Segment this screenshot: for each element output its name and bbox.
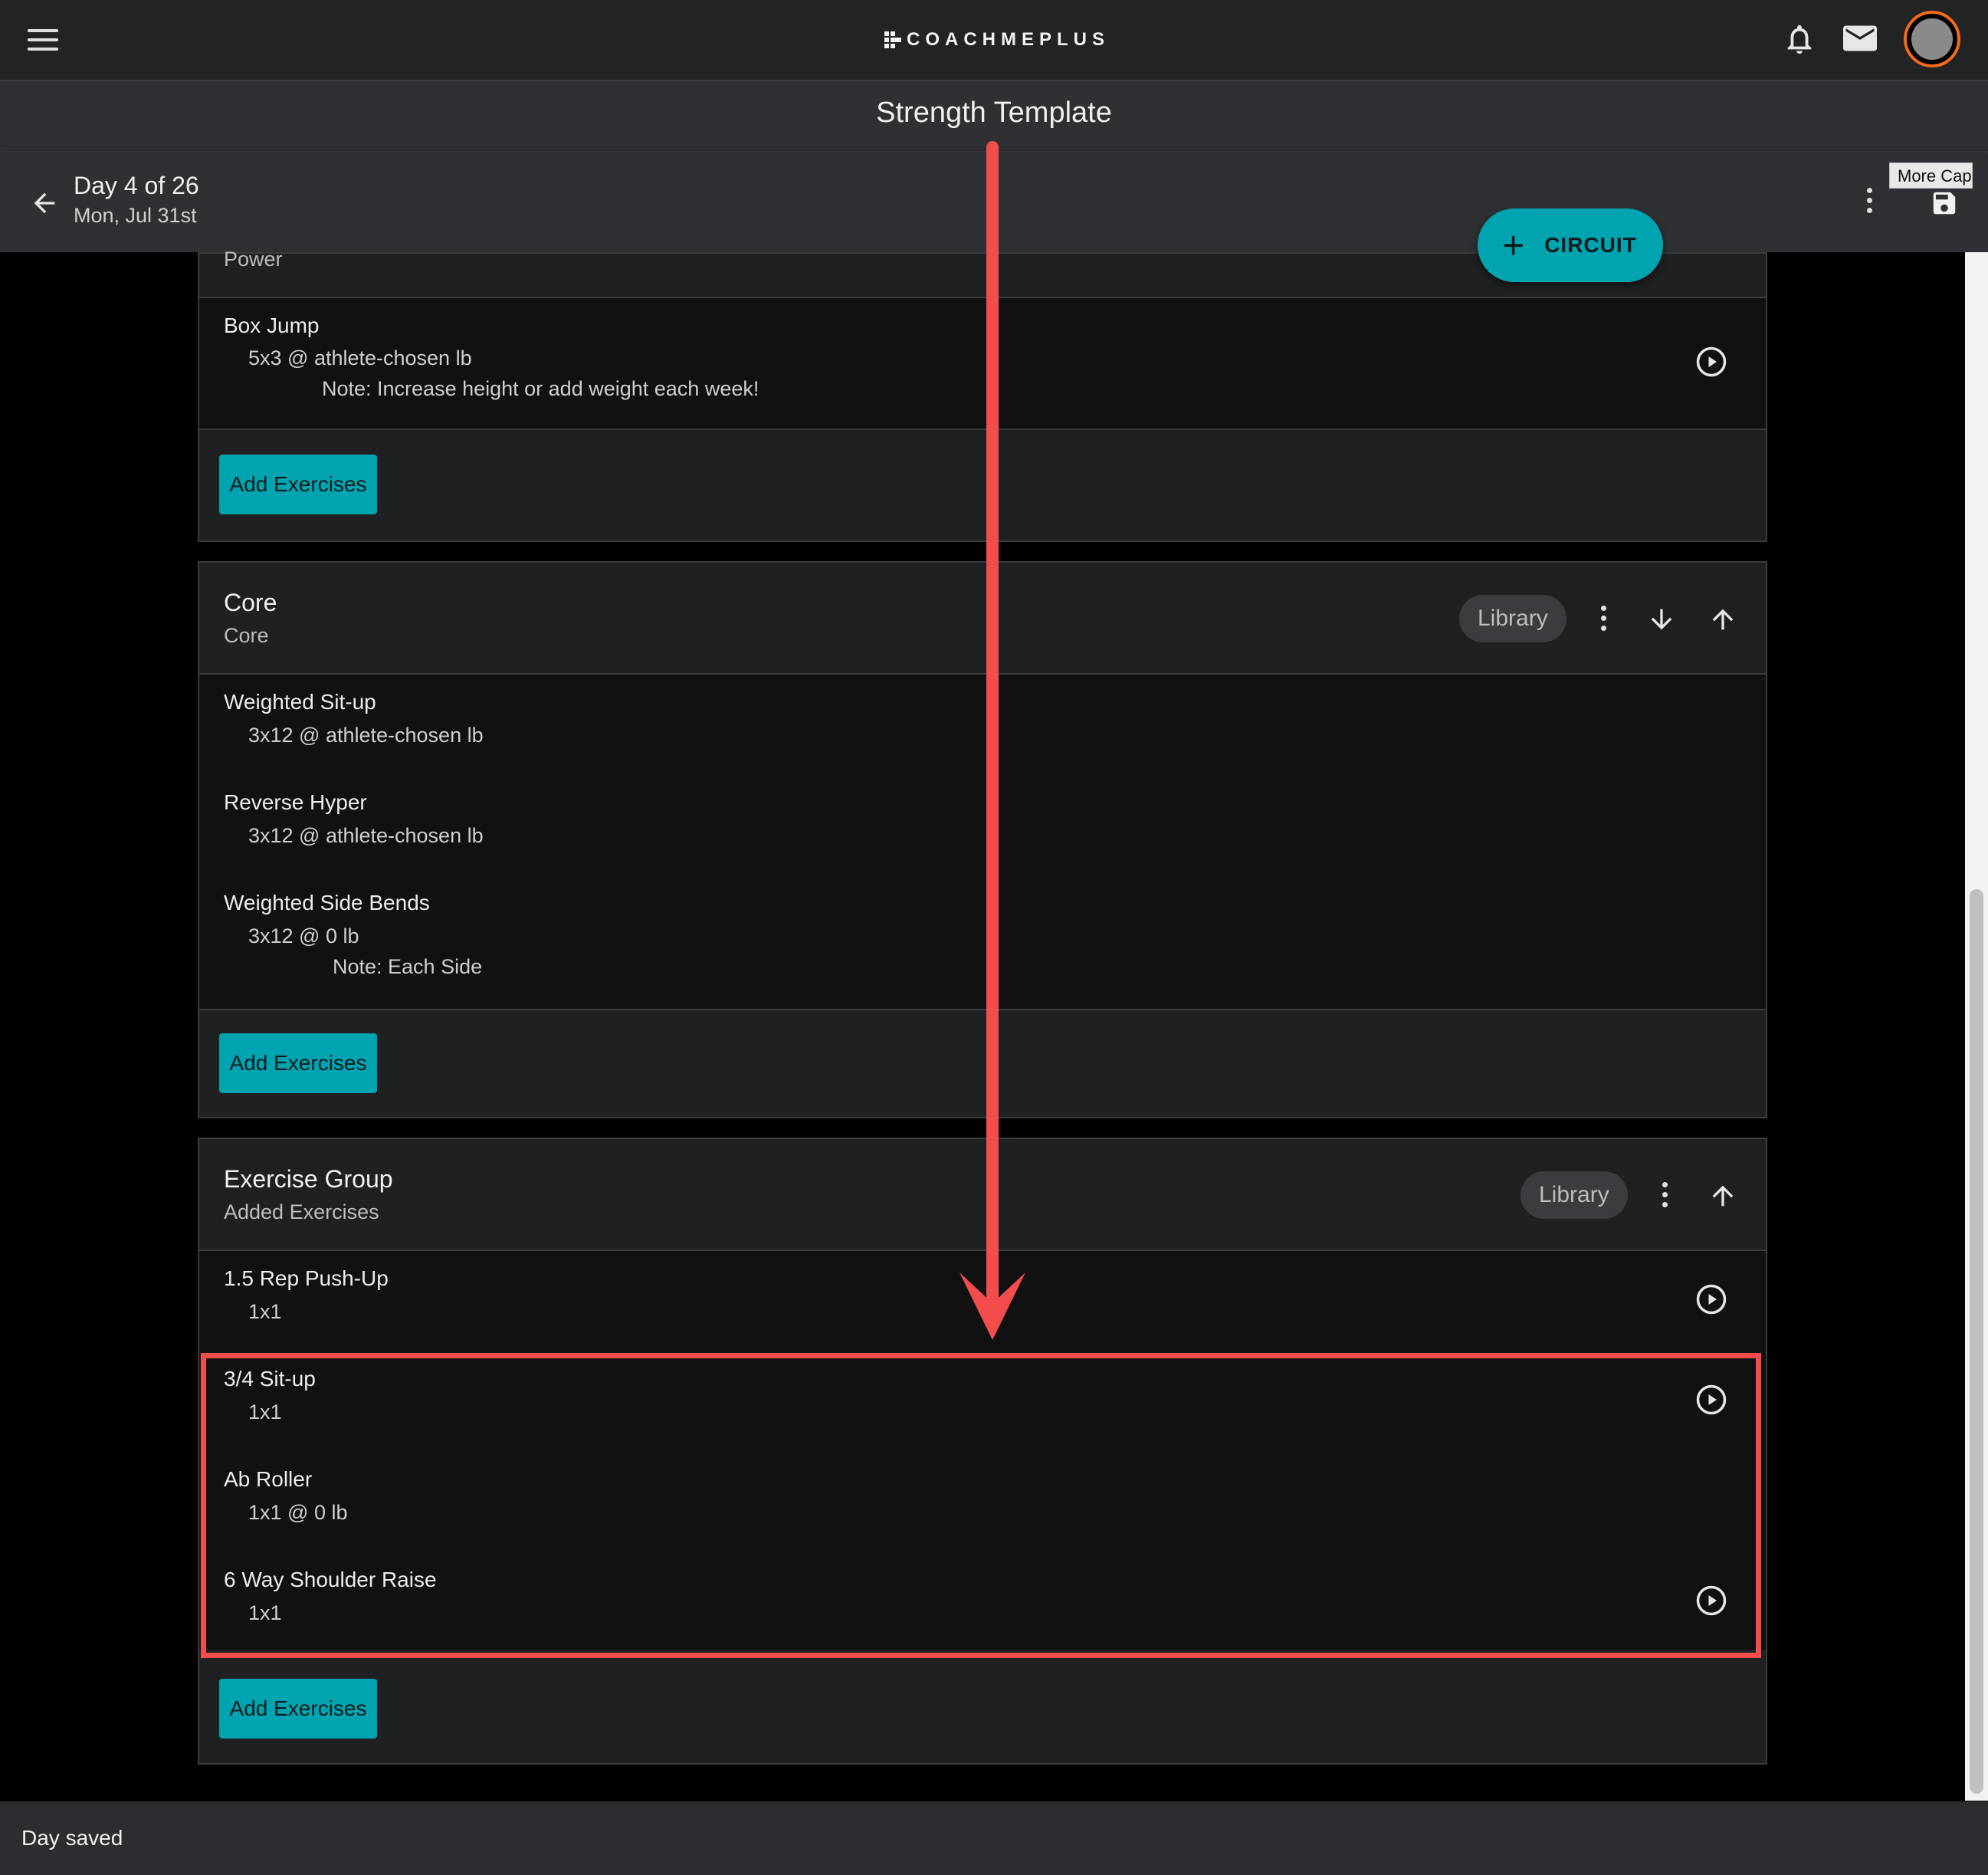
mail-icon[interactable] — [1843, 25, 1877, 51]
exercise-detail: 1x1 — [248, 1300, 282, 1323]
more-options-icon[interactable] — [1862, 188, 1876, 218]
snackbar-message: Day saved — [21, 1826, 123, 1850]
exercise-name: Box Jump — [224, 314, 320, 337]
notification-bell-icon[interactable] — [1782, 21, 1817, 57]
plus-icon: + — [1502, 224, 1525, 267]
library-button[interactable]: Library — [1459, 595, 1566, 642]
exercise-detail: 3x12 @ 0 lb — [248, 924, 359, 947]
scrollbar-thumb[interactable] — [1970, 889, 1983, 1794]
add-exercises-button[interactable]: Add Exercises — [219, 1033, 377, 1093]
app-logo: COACHMEPLUS — [884, 28, 1110, 52]
page-title: Strength Template — [876, 97, 1112, 129]
exercise-name[interactable]: Weighted Sit-up — [224, 690, 376, 714]
move-up-arrow-icon[interactable] — [1708, 604, 1738, 635]
day-title: Day 4 of 26 — [74, 172, 199, 199]
back-arrow-icon[interactable] — [28, 188, 61, 218]
move-down-arrow-icon[interactable] — [1646, 604, 1677, 635]
library-button[interactable]: Library — [1521, 1171, 1628, 1219]
move-up-arrow-icon[interactable] — [1708, 1180, 1738, 1211]
exercise-name[interactable]: Weighted Side Bends — [224, 891, 430, 915]
play-video-icon[interactable] — [1695, 346, 1727, 378]
group-title: Exercise Group — [224, 1165, 393, 1193]
exercise-note: Note: Each Side — [333, 955, 483, 978]
user-avatar[interactable] — [1904, 11, 1960, 67]
menu-icon[interactable] — [28, 29, 58, 51]
group-title: Core — [224, 589, 277, 616]
group-more-icon[interactable] — [1597, 606, 1609, 636]
play-video-icon[interactable] — [1695, 1283, 1727, 1315]
group-subtitle: Power — [224, 248, 283, 271]
exercise-detail: 5x3 @ athlete-chosen lb — [248, 346, 472, 369]
group-subtitle: Core — [224, 624, 269, 647]
add-exercises-button[interactable]: Add Exercises — [219, 455, 377, 514]
group-subtitle: Added Exercises — [224, 1200, 379, 1223]
exercise-note: Note: Increase height or add weight each… — [322, 377, 759, 400]
circuit-button-label: CIRCUIT — [1544, 233, 1637, 257]
add-circuit-button[interactable]: + CIRCUIT — [1478, 209, 1663, 282]
save-icon[interactable] — [1930, 189, 1959, 218]
annotation-highlight-box — [201, 1353, 1761, 1658]
logo-text: COACHMEPLUS — [907, 29, 1110, 50]
add-exercises-button[interactable]: Add Exercises — [219, 1679, 377, 1739]
annotation-arrow — [960, 141, 1025, 1340]
logo-mark-icon — [884, 31, 901, 48]
tooltip: More Capture — [1889, 163, 1973, 189]
day-date: Mon, Jul 31st — [74, 204, 197, 227]
exercise-detail: 3x12 @ athlete-chosen lb — [248, 724, 484, 747]
exercise-name[interactable]: Reverse Hyper — [224, 790, 367, 815]
snackbar — [0, 1801, 1988, 1875]
exercise-name[interactable]: 1.5 Rep Push-Up — [224, 1266, 389, 1291]
group-more-icon[interactable] — [1658, 1182, 1671, 1213]
exercise-detail: 3x12 @ athlete-chosen lb — [248, 824, 484, 847]
